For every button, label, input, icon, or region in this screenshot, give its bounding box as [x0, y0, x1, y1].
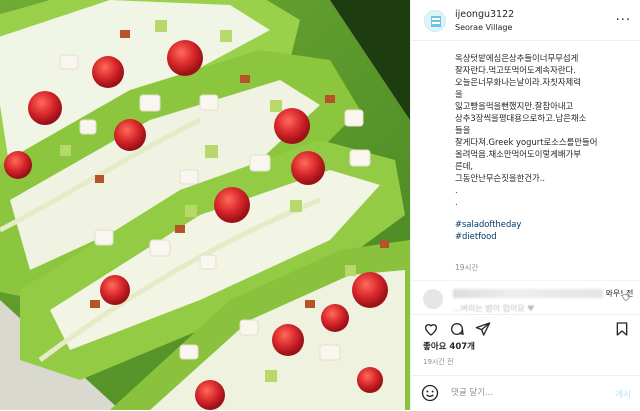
- location[interactable]: Seorae Village: [455, 23, 512, 32]
- caption-line: 잃고빵을먹을뻔했지만.잘참아내고: [455, 101, 574, 111]
- caption-line: 오늘은너무화나는날이라.자칫자제력: [455, 77, 581, 87]
- post-header: ijeongu3122 Seorae Village ···: [411, 0, 640, 41]
- blurred-text: [453, 289, 603, 298]
- caption-line: 들을: [455, 125, 471, 135]
- hashtag-link[interactable]: #saladoftheday: [455, 218, 631, 230]
- action-bar: [411, 314, 640, 341]
- post-photo[interactable]: [0, 0, 410, 410]
- more-options-icon[interactable]: ···: [616, 13, 631, 28]
- comment-item: 와우! 전 ...버리는 밤이 업이요 ♥: [411, 280, 640, 315]
- caption-line: 그동안난무슨짓을한건가..: [455, 173, 546, 183]
- caption-timestamp: 19시간: [455, 263, 479, 272]
- comment-text: 와우! 전 ...버리는 밤이 업이요 ♥: [453, 288, 633, 314]
- caption-line: 잘게다져.Greek yogurt로소스를만들어: [455, 137, 598, 147]
- caption-line: .: [455, 197, 458, 207]
- share-icon[interactable]: [475, 321, 491, 337]
- caption-line: 상추3장씩을평대용으로하고.남은채소: [455, 113, 587, 123]
- post-caption: 옥상텃밭에심은상추들이너무무섭게 잘자란다.먹고또먹어도계속자란다. 오늘은너무…: [455, 52, 631, 242]
- caption-line: 올려먹음.채소만먹어도이렇게배가부: [455, 149, 581, 159]
- bookmark-icon[interactable]: [614, 321, 630, 337]
- comment-like-icon[interactable]: [621, 292, 631, 302]
- caption-line: 잘자란다.먹고또먹어도계속자란다.: [455, 65, 576, 75]
- avatar-icon: [431, 16, 441, 27]
- likes-count[interactable]: 좋아요 407개: [423, 340, 475, 352]
- comment-input[interactable]: [451, 384, 591, 402]
- heart-icon[interactable]: [423, 321, 439, 337]
- caption-line: 옥상텃밭에심은상추들이너무무섭게: [455, 53, 579, 63]
- comment-text-line2: ...버리는 밤이 업이요 ♥: [453, 304, 535, 313]
- commenter-avatar[interactable]: [423, 289, 443, 309]
- post-comment-button[interactable]: 게시: [615, 388, 631, 400]
- post-card: ijeongu3122 Seorae Village ··· 옥상텃밭에심은상추…: [0, 0, 640, 410]
- username[interactable]: ijeongu3122: [455, 9, 514, 20]
- hashtag-link[interactable]: #dietfood: [455, 230, 631, 242]
- salad-image: [0, 0, 410, 410]
- add-comment-bar: 게시: [411, 375, 640, 411]
- comment-icon[interactable]: [449, 321, 465, 337]
- avatar[interactable]: [424, 10, 446, 32]
- caption-line: .: [455, 185, 458, 195]
- post-timestamp: 19시간 전: [423, 358, 454, 366]
- caption-line: 른데,: [455, 161, 474, 171]
- emoji-icon[interactable]: [421, 384, 439, 402]
- post-sidebar: ijeongu3122 Seorae Village ··· 옥상텃밭에심은상추…: [410, 0, 640, 410]
- caption-line: 을: [455, 89, 463, 99]
